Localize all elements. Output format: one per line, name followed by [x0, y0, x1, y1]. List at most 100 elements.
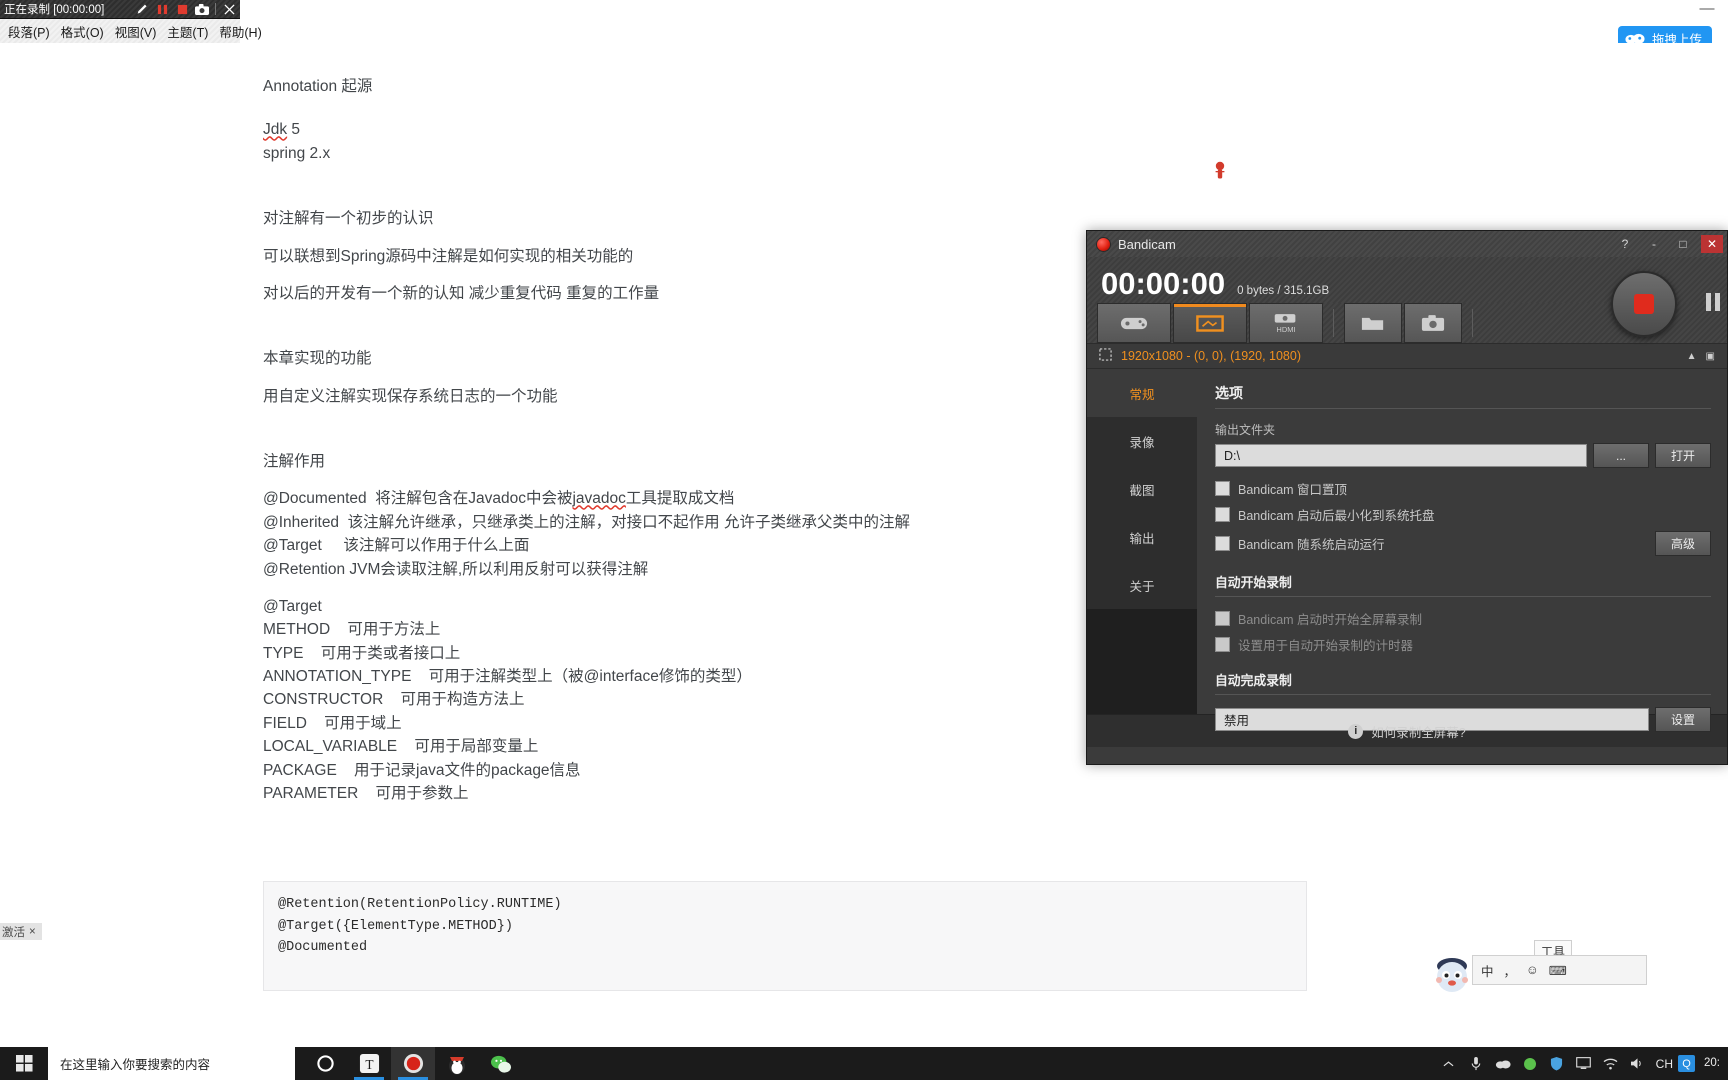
- shield-icon[interactable]: [1548, 1055, 1566, 1073]
- camera-icon[interactable]: [195, 2, 209, 16]
- device-recording-tab[interactable]: HDMI: [1249, 303, 1323, 343]
- activate-label: 激活: [2, 926, 25, 939]
- window-minimize-button[interactable]: —: [1694, 1, 1720, 20]
- taskbar-wechat[interactable]: [479, 1047, 523, 1080]
- taskbar-app-list: T: [303, 1047, 523, 1080]
- auto-complete-title: 自动完成录制: [1215, 673, 1292, 688]
- circle-icon: [316, 1055, 334, 1072]
- maximize-icon[interactable]: □: [1672, 235, 1694, 253]
- ime-toolbar[interactable]: 中 ， ☺ ⌨: [1472, 955, 1647, 985]
- ime-tray-indicator[interactable]: CH Q: [1656, 1055, 1695, 1072]
- taskbar-typora[interactable]: T: [347, 1047, 391, 1080]
- chk-always-on-top[interactable]: Bandicam 窗口置顶: [1215, 479, 1711, 498]
- doc-paragraph: PARAMETER 可用于参数上: [263, 784, 469, 802]
- output-folder-row: D:\ ... 打开: [1215, 443, 1711, 468]
- ime-badge-icon[interactable]: Q: [1678, 1055, 1695, 1072]
- taskbar-bandicam[interactable]: [391, 1047, 435, 1080]
- menu-help[interactable]: 帮助(H): [219, 22, 261, 41]
- recorder-float-bar: 正在录制 [00:00:00]: [0, 0, 240, 19]
- search-input[interactable]: 在这里输入你要搜索的内容: [48, 1047, 295, 1080]
- menu-paragraph[interactable]: 段落(P): [8, 22, 50, 41]
- svg-text:T: T: [365, 1057, 373, 1072]
- start-button[interactable]: [0, 1047, 48, 1080]
- camera-icon: [1421, 315, 1445, 331]
- advanced-button[interactable]: 高级: [1655, 531, 1711, 556]
- checkbox-icon[interactable]: [1215, 481, 1230, 496]
- recorder-bar-divider: [215, 3, 216, 15]
- app-green-icon[interactable]: [1521, 1055, 1539, 1073]
- pen-icon[interactable]: [135, 2, 149, 16]
- close-icon[interactable]: [222, 2, 236, 16]
- menu-theme[interactable]: 主题(T): [167, 22, 208, 41]
- app-menu-bar: 段落(P) 格式(O) 视图(V) 主题(T) 帮助(H): [0, 19, 262, 43]
- region-expand-icon[interactable]: ▣: [1706, 351, 1715, 362]
- ime-mode-chinese[interactable]: 中: [1481, 961, 1494, 980]
- bandicam-status-row: 00:00:00 0 bytes / 315.1GB: [1087, 257, 1727, 337]
- auto-complete-settings-button[interactable]: 设置: [1655, 707, 1711, 732]
- taskbar-cortana[interactable]: [303, 1047, 347, 1080]
- output-folder-input[interactable]: D:\: [1215, 444, 1587, 467]
- system-clock[interactable]: 20:: [1704, 1057, 1720, 1070]
- output-folder-label: 输出文件夹: [1215, 423, 1276, 437]
- sidebar-about[interactable]: 关于: [1087, 561, 1197, 609]
- minimize-icon[interactable]: -: [1643, 235, 1665, 253]
- recording-marker-icon: [1212, 161, 1228, 181]
- bandicam-logo-icon: [1096, 236, 1111, 252]
- ime-emoji-icon[interactable]: ☺: [1526, 963, 1539, 977]
- auto-start-title: 自动开始录制: [1215, 575, 1292, 590]
- microphone-icon[interactable]: [1467, 1055, 1485, 1073]
- spellcheck-misspelled-word: Jdk: [263, 121, 288, 139]
- open-folder-button[interactable]: 打开: [1655, 443, 1711, 468]
- screenshot-tab[interactable]: [1404, 303, 1462, 343]
- sidebar-video[interactable]: 录像: [1087, 417, 1197, 465]
- doc-paragraph: 对注解有一个初步的认识: [263, 210, 434, 228]
- checkbox-icon[interactable]: [1215, 637, 1230, 652]
- sidebar-image[interactable]: 截图: [1087, 465, 1197, 513]
- spellcheck-misspelled-word: javadoc: [572, 490, 626, 508]
- chevron-up-icon[interactable]: [1440, 1055, 1458, 1073]
- monitor-icon[interactable]: [1575, 1055, 1593, 1073]
- menu-view[interactable]: 视图(V): [115, 22, 157, 41]
- wechat-icon: [491, 1055, 511, 1073]
- pause-button[interactable]: [1703, 290, 1723, 314]
- close-icon[interactable]: ✕: [1701, 235, 1723, 253]
- browse-button[interactable]: ...: [1593, 443, 1649, 468]
- ime-language-label: CH: [1655, 1056, 1673, 1071]
- network-icon[interactable]: [1602, 1055, 1620, 1073]
- ime-mascot-avatar: [1430, 952, 1474, 996]
- tabs-divider-2: [1472, 309, 1473, 337]
- capture-region-text: 1920x1080 - (0, 0), (1920, 1080): [1121, 349, 1301, 363]
- typora-t-icon: T: [359, 1053, 379, 1074]
- taskbar-qq[interactable]: [435, 1047, 479, 1080]
- checkbox-icon[interactable]: [1215, 507, 1230, 522]
- game-recording-tab[interactable]: [1097, 303, 1171, 343]
- activate-windows-chip[interactable]: 激活 ×: [0, 923, 42, 940]
- cloud-sync-icon[interactable]: [1494, 1055, 1512, 1073]
- record-button[interactable]: [1611, 271, 1677, 337]
- pause-icon[interactable]: [155, 2, 169, 16]
- help-link-label[interactable]: 如何录制全屏幕?: [1371, 722, 1465, 741]
- gamepad-icon: [1120, 317, 1148, 329]
- sidebar-output[interactable]: 输出: [1087, 513, 1197, 561]
- checkbox-icon[interactable]: [1215, 536, 1230, 551]
- info-icon: i: [1348, 723, 1364, 739]
- chk-run-on-startup[interactable]: Bandicam 随系统启动运行 高级: [1215, 531, 1711, 556]
- chevron-up-icon[interactable]: ▲: [1687, 351, 1697, 362]
- sidebar-general[interactable]: 常规: [1087, 369, 1197, 417]
- volume-icon[interactable]: [1629, 1055, 1647, 1073]
- chk-autostart-timer[interactable]: 设置用于自动开始录制的计时器: [1215, 635, 1711, 654]
- ime-keyboard-icon[interactable]: ⌨: [1549, 963, 1567, 978]
- ime-punctuation-icon[interactable]: ，: [1504, 961, 1517, 980]
- close-icon[interactable]: ×: [29, 926, 36, 938]
- chk-autostart-fullscreen[interactable]: Bandicam 启动时开始全屏幕录制: [1215, 609, 1711, 628]
- chk-minimize-to-tray[interactable]: Bandicam 启动后最小化到系统托盘: [1215, 505, 1711, 524]
- checkbox-icon[interactable]: [1215, 611, 1230, 626]
- screen-recording-tab[interactable]: [1173, 303, 1247, 343]
- bandicam-window[interactable]: Bandicam ? - □ ✕ 00:00:00 0 bytes / 315.…: [1086, 230, 1728, 765]
- capture-region-row[interactable]: 1920x1080 - (0, 0), (1920, 1080) ▲ ▣: [1087, 343, 1727, 369]
- open-folder-tab[interactable]: [1344, 303, 1402, 343]
- help-icon[interactable]: ?: [1614, 235, 1636, 253]
- stop-icon[interactable]: [175, 2, 189, 16]
- bandicam-options-panel: 选项 输出文件夹 D:\ ... 打开 Bandicam 窗口置顶 Bandic…: [1197, 369, 1727, 732]
- menu-format[interactable]: 格式(O): [61, 22, 104, 41]
